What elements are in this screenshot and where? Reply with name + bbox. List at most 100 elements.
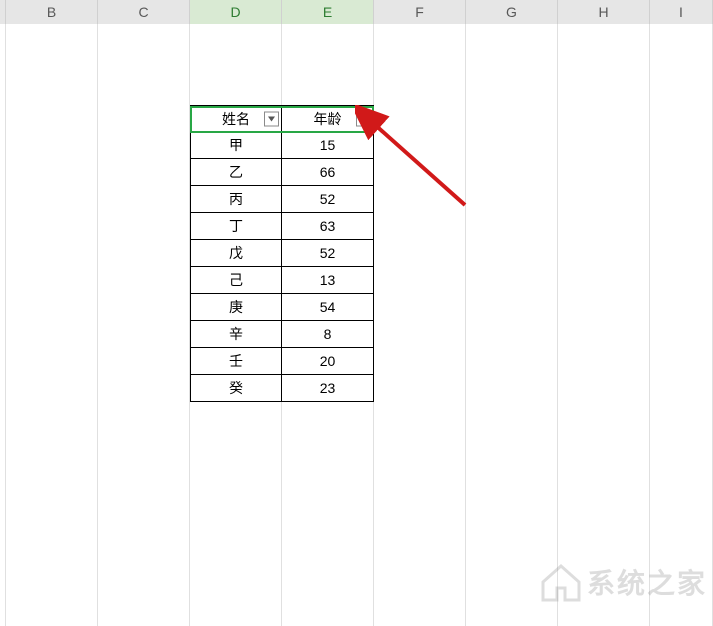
- grid-cell[interactable]: [6, 564, 98, 591]
- col-header-h[interactable]: H: [558, 0, 650, 24]
- grid-cell[interactable]: [466, 375, 558, 402]
- grid-cell[interactable]: [374, 321, 466, 348]
- grid-cell[interactable]: [650, 24, 713, 51]
- cell-age[interactable]: 15: [282, 132, 374, 159]
- grid-cell[interactable]: [190, 510, 282, 537]
- grid-cell[interactable]: [558, 483, 650, 510]
- grid-cell[interactable]: [98, 429, 190, 456]
- grid-cell[interactable]: [98, 24, 190, 51]
- grid-row[interactable]: [0, 618, 713, 626]
- grid-cell[interactable]: [558, 510, 650, 537]
- grid-cell[interactable]: [650, 591, 713, 618]
- grid-cell[interactable]: [466, 267, 558, 294]
- grid-cell[interactable]: [282, 618, 374, 626]
- grid-cell[interactable]: [282, 483, 374, 510]
- grid-cell[interactable]: [650, 456, 713, 483]
- cell-age[interactable]: 54: [282, 294, 374, 321]
- grid-cell[interactable]: [558, 159, 650, 186]
- grid-cell[interactable]: [558, 51, 650, 78]
- grid-cell[interactable]: [466, 348, 558, 375]
- grid-row[interactable]: [0, 51, 713, 78]
- grid-cell[interactable]: [466, 483, 558, 510]
- grid-cell[interactable]: [466, 78, 558, 105]
- grid-cell[interactable]: [650, 105, 713, 132]
- grid-cell[interactable]: [282, 429, 374, 456]
- grid-cell[interactable]: [6, 240, 98, 267]
- grid-cell[interactable]: [6, 105, 98, 132]
- grid-cell[interactable]: [650, 267, 713, 294]
- grid-cell[interactable]: [374, 294, 466, 321]
- grid-cell[interactable]: [98, 321, 190, 348]
- cell-age[interactable]: 66: [282, 159, 374, 186]
- cell-age[interactable]: 13: [282, 267, 374, 294]
- grid-cell[interactable]: [6, 321, 98, 348]
- grid-cell[interactable]: [466, 591, 558, 618]
- table-row[interactable]: 癸 23: [0, 375, 713, 402]
- grid-cell[interactable]: [98, 375, 190, 402]
- grid-cell[interactable]: [558, 132, 650, 159]
- grid-row[interactable]: [0, 78, 713, 105]
- grid-cell[interactable]: [374, 78, 466, 105]
- grid-cell[interactable]: [374, 402, 466, 429]
- grid-cell[interactable]: [466, 159, 558, 186]
- grid-cell[interactable]: [374, 456, 466, 483]
- grid-row[interactable]: [0, 402, 713, 429]
- grid-cell[interactable]: [98, 564, 190, 591]
- grid-cell[interactable]: [558, 429, 650, 456]
- grid-cell[interactable]: [190, 51, 282, 78]
- grid-cell[interactable]: [6, 591, 98, 618]
- cell-name[interactable]: 庚: [190, 294, 282, 321]
- grid-cell[interactable]: [374, 267, 466, 294]
- grid-cell[interactable]: [650, 186, 713, 213]
- grid-cell[interactable]: [98, 186, 190, 213]
- grid-cell[interactable]: [98, 159, 190, 186]
- grid-cell[interactable]: [98, 132, 190, 159]
- col-header-e[interactable]: E: [282, 0, 374, 24]
- grid-row[interactable]: [0, 537, 713, 564]
- grid-cell[interactable]: [466, 24, 558, 51]
- grid-cell[interactable]: [190, 78, 282, 105]
- grid-cell[interactable]: [6, 213, 98, 240]
- grid-cell[interactable]: [98, 267, 190, 294]
- grid-cell[interactable]: [466, 294, 558, 321]
- cell-age[interactable]: 23: [282, 375, 374, 402]
- grid-cell[interactable]: [466, 213, 558, 240]
- grid-row[interactable]: [0, 24, 713, 51]
- grid-cell[interactable]: [650, 321, 713, 348]
- grid-cell[interactable]: [650, 564, 713, 591]
- grid-cell[interactable]: [558, 24, 650, 51]
- grid-row[interactable]: [0, 483, 713, 510]
- table-row[interactable]: 丁 63: [0, 213, 713, 240]
- grid-cell[interactable]: [6, 402, 98, 429]
- grid-cell[interactable]: [374, 375, 466, 402]
- grid-cell[interactable]: [374, 510, 466, 537]
- grid-cell[interactable]: [6, 375, 98, 402]
- grid-row[interactable]: [0, 510, 713, 537]
- cell-name[interactable]: 辛: [190, 321, 282, 348]
- grid-cell[interactable]: [650, 132, 713, 159]
- cell-name[interactable]: 壬: [190, 348, 282, 375]
- grid-cell[interactable]: [466, 51, 558, 78]
- grid-cell[interactable]: [558, 267, 650, 294]
- grid-cell[interactable]: [558, 213, 650, 240]
- cell-age[interactable]: 52: [282, 186, 374, 213]
- grid-cell[interactable]: [282, 456, 374, 483]
- grid-cell[interactable]: [190, 591, 282, 618]
- grid-cell[interactable]: [98, 483, 190, 510]
- grid-cell[interactable]: [558, 240, 650, 267]
- grid-cell[interactable]: [650, 618, 713, 626]
- grid-cell[interactable]: [374, 159, 466, 186]
- grid-cell[interactable]: [374, 51, 466, 78]
- grid-cell[interactable]: [374, 429, 466, 456]
- table-row[interactable]: 戊 52: [0, 240, 713, 267]
- grid-cell[interactable]: [374, 537, 466, 564]
- grid-cell[interactable]: [6, 348, 98, 375]
- grid-cell[interactable]: [374, 483, 466, 510]
- grid-cell[interactable]: [466, 537, 558, 564]
- grid-cell[interactable]: [650, 402, 713, 429]
- grid-row[interactable]: [0, 564, 713, 591]
- grid-cell[interactable]: [98, 348, 190, 375]
- table-row[interactable]: 辛 8: [0, 321, 713, 348]
- grid-cell[interactable]: [466, 186, 558, 213]
- grid-cell[interactable]: [558, 618, 650, 626]
